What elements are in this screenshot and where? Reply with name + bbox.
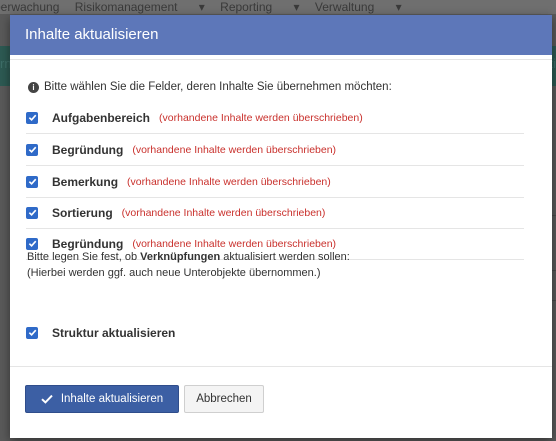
field-row-sortierung[interactable]: Sortierung (vorhandene Inhalte werden üb…	[26, 197, 510, 228]
links-keyword: Verknüpfungen	[140, 251, 221, 263]
dialog-title: Inhalte aktualisieren	[25, 26, 159, 43]
field-label: Bemerkung	[52, 174, 119, 189]
checkbox-sortierung[interactable]	[26, 206, 38, 219]
field-row-aufgabenbereich[interactable]: Aufgabenbereich (vorhandene Inhalte werd…	[26, 102, 510, 133]
overwrite-note: (vorhandene Inhalte werden überschrieben…	[132, 237, 337, 250]
cancel-label: Abbrechen	[196, 393, 252, 405]
overwrite-note: (vorhandene Inhalte werden überschrieben…	[159, 111, 363, 124]
overwrite-note: (vorhandene Inhalte werden überschrieben…	[132, 143, 337, 156]
structure-label: Struktur aktualisieren	[52, 325, 176, 340]
background-nav: berwachung Risikomanagement ▾ Reporting …	[0, 0, 556, 14]
structure-row[interactable]: Struktur aktualisieren	[26, 317, 510, 348]
field-selection-hint: i Bitte wählen Sie die Felder, deren Inh…	[28, 81, 392, 93]
field-row-begruendung[interactable]: Begründung (vorhandene Inhalte werden üb…	[26, 134, 510, 165]
checkbox-bemerkung[interactable]	[26, 175, 38, 188]
overwrite-note: (vorhandene Inhalte werden überschrieben…	[121, 206, 326, 219]
field-label: Begründung	[52, 142, 124, 157]
cancel-button[interactable]: Abbrechen	[184, 385, 264, 413]
links-subnote: (Hierbei werden ggf. auch neue Unterobje…	[27, 267, 321, 279]
checkbox-begruendung-2[interactable]	[26, 237, 38, 250]
checkbox-aufgabenbereich[interactable]	[26, 111, 38, 124]
bg-nav-item: Risikomanagement ▾	[74, 0, 205, 14]
hint-text: Bitte wählen Sie die Felder, deren Inhal…	[44, 81, 392, 93]
bg-nav-item: berwachung	[0, 0, 60, 14]
overwrite-note: (vorhandene Inhalte werden überschrieben…	[127, 175, 331, 188]
update-contents-label: Inhalte aktualisieren	[60, 393, 164, 405]
footer-divider	[10, 366, 552, 367]
update-contents-button[interactable]: Inhalte aktualisieren	[25, 385, 179, 413]
field-label: Sortierung	[52, 205, 113, 220]
links-question: Bitte legen Sie fest, ob Verknüpfungen a…	[27, 251, 350, 263]
bg-nav-item: Reporting ▾	[220, 0, 300, 14]
header-divider	[10, 59, 552, 60]
bg-nav-item: Verwaltung ▾	[314, 0, 402, 14]
update-contents-dialog: Inhalte aktualisieren i Bitte wählen Sie…	[10, 15, 552, 438]
checkbox-begruendung[interactable]	[26, 143, 38, 156]
check-icon	[41, 394, 53, 404]
field-label: Aufgabenbereich	[52, 110, 151, 125]
field-row-bemerkung[interactable]: Bemerkung (vorhandene Inhalte werden übe…	[26, 166, 510, 197]
info-icon: i	[28, 81, 39, 93]
checkbox-struktur[interactable]	[26, 326, 38, 339]
links-instructions: Bitte legen Sie fest, ob Verknüpfungen a…	[27, 249, 350, 281]
dialog-header: Inhalte aktualisieren	[10, 15, 552, 55]
